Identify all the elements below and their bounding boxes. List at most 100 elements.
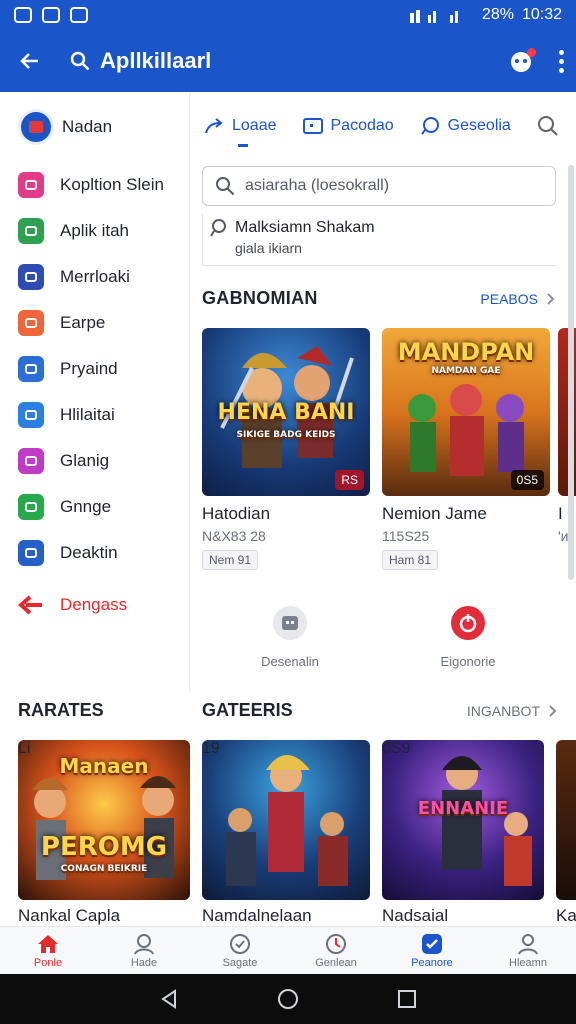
suggestion-subtitle: giala ikiarn (235, 240, 302, 256)
game-art-top: Manaen (59, 754, 149, 778)
game-name: Nadsaial (382, 906, 449, 925)
back-button[interactable] (12, 43, 48, 79)
search-input[interactable]: asiaraha (loesokrall) (202, 166, 556, 206)
game-art-title: ENNANIE (417, 798, 509, 819)
triangle-back-icon[interactable] (159, 989, 179, 1009)
bottom-nav-label: Genlean (315, 956, 357, 969)
shield-icon (229, 933, 251, 955)
sidebar-item-1[interactable]: Kopltion Slein (0, 162, 189, 208)
game-card[interactable]: Ka (556, 740, 576, 926)
bottom-nav-label: Ponle (33, 956, 63, 969)
sidebar-item-label: Earpe (60, 313, 106, 332)
mail-icon (18, 402, 44, 428)
game-card[interactable]: 19 Namdalnelaan (202, 740, 370, 926)
game-card[interactable]: MANDPAN NAMDAN GAE 0S5 Nemion Jame 115S2… (382, 328, 550, 570)
scrollbar[interactable] (568, 165, 574, 580)
game-chip[interactable]: Ham 81 (382, 550, 439, 570)
sidebar-item-label: Pryaind (60, 359, 118, 378)
bottom-nav-hade[interactable]: Hade (96, 927, 192, 974)
quick-action-desenalin[interactable]: Desenalin (230, 606, 350, 669)
sidebar-item-3[interactable]: Merrloaki (0, 254, 189, 300)
sidebar: Nadan Kopltion Slein Aplik itah Merrloaki E… (0, 92, 190, 692)
sidebar-profile[interactable]: Nadan (0, 92, 189, 162)
quick-action-label: Eigonorie (440, 654, 496, 669)
more-options-button[interactable] (558, 49, 564, 73)
section-see-all-link[interactable]: PEABOS (480, 291, 556, 307)
game-art-title: HENA BANI (217, 400, 355, 425)
tab-search-button[interactable] (537, 115, 559, 137)
sidebar-item-danger[interactable]: Dengass (0, 582, 189, 628)
section2-left-title: RARATES (18, 700, 104, 720)
app-bar: Apllkillaarl (0, 30, 576, 92)
game-card[interactable]: Manaen PEROMG CONAGN BEIKRIE Li Nankal C… (18, 740, 190, 926)
search-icon (537, 116, 558, 136)
quick-action-eigonorie[interactable]: Eigonorie (408, 606, 528, 669)
notification-small-icon (42, 7, 60, 23)
sidebar-item-label: Merrloaki (60, 267, 130, 286)
notification-small-icon (14, 7, 32, 23)
power-icon (451, 606, 485, 640)
bottom-navigation: Ponle Hade Sagate Genlean Peanore Hleamn (0, 926, 576, 974)
search-suggestion[interactable]: Malksiamn Shakam giala ikiarn (202, 214, 556, 266)
bottom-nav-genlean[interactable]: Genlean (288, 927, 384, 974)
search-button[interactable] (66, 47, 94, 75)
sidebar-item-9[interactable]: Deaktin (0, 530, 189, 576)
sidebar-item-label: Glanig (60, 451, 110, 470)
game-chip[interactable]: Nem 91 (202, 550, 259, 570)
game-card[interactable]: ENNANIE 0S9 Nadsaial (382, 740, 544, 926)
section-link-label: PEABOS (480, 290, 538, 307)
section2-see-all-link[interactable]: INGANBOT (467, 703, 558, 719)
tab-label: Pacodao (330, 117, 394, 134)
sidebar-item-label: Deaktin (60, 543, 118, 562)
bottom-nav-label: Peanore (411, 956, 453, 969)
tab-label: Geseolia (447, 117, 511, 134)
game-name: Nemion Jame (382, 504, 487, 523)
tab-geseolia[interactable]: Geseolia (420, 117, 511, 135)
comment-icon (210, 219, 226, 237)
status-bar: 28% 10:32 (0, 0, 576, 30)
game-name: Nankal Capla (18, 906, 121, 925)
search-placeholder: asiaraha (loesokrall) (245, 177, 390, 194)
game-thumbnail: Manaen PEROMG CONAGN BEIKRIE Li (18, 740, 190, 900)
game-thumbnail: HENA BANI SIKIGE BADG KEIDS RS (202, 328, 370, 496)
arrow-left-icon (20, 53, 38, 69)
puzzle-icon (18, 264, 44, 290)
signal-wifi-icon (409, 10, 458, 23)
tab-loaae[interactable]: Loaae (204, 117, 277, 147)
sidebar-profile-label: Nadan (62, 117, 113, 136)
chat-icon (18, 310, 44, 336)
sidebar-item-2[interactable]: Aplik itah (0, 208, 189, 254)
section2-link-label: INGANBOT (466, 702, 540, 719)
game-meta: 115S25 (382, 528, 430, 544)
sidebar-item-5[interactable]: Pryaind (0, 346, 189, 392)
game-art-subtitle: NAMDAN GAE (431, 366, 501, 376)
square-recents-icon[interactable] (397, 989, 417, 1009)
tab-pacodao[interactable]: Pacodao (302, 117, 394, 135)
person-icon (517, 933, 539, 955)
game-icon (18, 218, 44, 244)
game-name: Namdalnelaan (202, 906, 312, 925)
bottom-nav-peanore[interactable]: Peanore (384, 927, 480, 974)
sidebar-item-label: Kopltion Slein (60, 175, 164, 194)
notifications-button[interactable] (506, 46, 536, 76)
game-name: Hatodian (202, 504, 271, 523)
bottom-nav-sagate[interactable]: Sagate (192, 927, 288, 974)
section-header: GABNOMIAN PEABOS (202, 288, 556, 309)
game-art-subtitle: CONAGN BEIKRIE (60, 864, 148, 874)
sidebar-item-label: Aplik itah (60, 221, 129, 240)
sidebar-item-7[interactable]: Glanig (0, 438, 189, 484)
sidebar-item-4[interactable]: Earpe (0, 300, 189, 346)
circle-home-icon[interactable] (277, 988, 299, 1010)
camera-icon (18, 356, 44, 382)
sidebar-item-label: Hlilaitai (60, 405, 115, 424)
game-name: Ka (556, 906, 576, 925)
bottom-nav-home[interactable]: Ponle (0, 927, 96, 974)
sidebar-item-6[interactable]: Hlilaitai (0, 392, 189, 438)
game-thumbnail: ENNANIE 0S9 (382, 740, 544, 900)
sidebar-item-8[interactable]: Gnnge (0, 484, 189, 530)
section2-header: RARATES GATEERIS INGANBOT (18, 700, 558, 721)
bottom-nav-hleamn[interactable]: Hleamn (480, 927, 576, 974)
comment-icon (420, 117, 440, 135)
clock-icon (325, 933, 347, 955)
game-card[interactable]: HENA BANI SIKIGE BADG KEIDS RS Hatodian … (202, 328, 370, 570)
